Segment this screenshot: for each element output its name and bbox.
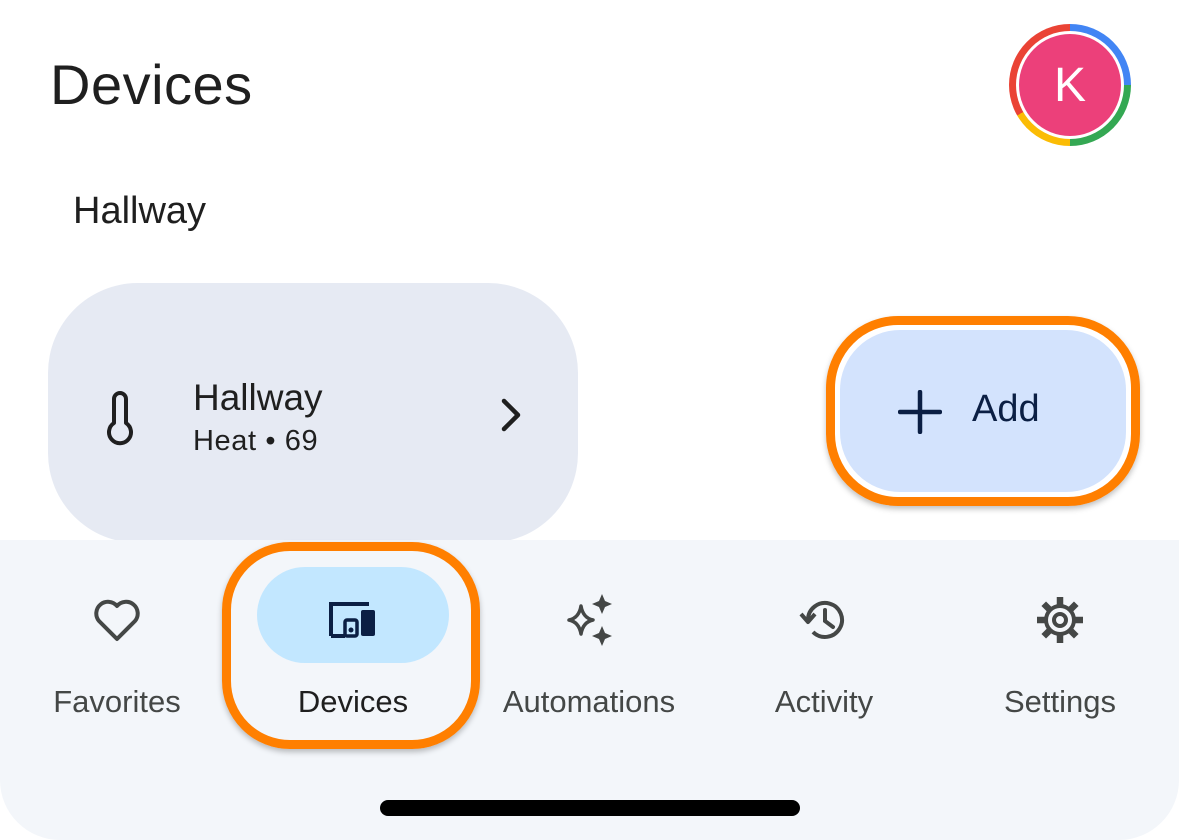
device-name: Hallway [193,377,323,418]
account-avatar-button[interactable]: K [1009,24,1131,146]
nav-item-favorites[interactable]: Favorites [17,540,217,740]
nav-label-automations: Automations [502,684,676,719]
nav-item-settings[interactable]: Settings [960,540,1160,740]
heart-icon [94,599,140,641]
room-section-title: Hallway [73,190,207,232]
history-icon [799,600,844,639]
device-status: Heat • 69 [193,425,319,457]
nav-item-automations[interactable]: Automations [479,540,699,740]
nav-label-settings: Settings [1003,684,1116,719]
add-button[interactable]: Add [840,330,1126,492]
nav-label-favorites: Favorites [53,684,181,719]
avatar: K [1019,34,1121,136]
nav-item-activity[interactable]: Activity [724,540,924,740]
thermometer-icon [107,391,133,446]
gear-icon [1037,597,1083,643]
plus-icon [898,390,942,434]
page-title: Devices [50,53,253,116]
chevron-right-icon [501,398,521,432]
devices-tab-highlight [222,542,480,749]
home-indicator[interactable] [380,800,800,816]
nav-label-activity: Activity [774,684,874,719]
device-card-hallway[interactable]: Hallway Heat • 69 [48,283,578,543]
add-button-label: Add [972,388,1040,430]
bottom-navigation: Favorites Devices Automations Activity S… [0,540,1179,840]
sparkle-icon [567,594,612,646]
